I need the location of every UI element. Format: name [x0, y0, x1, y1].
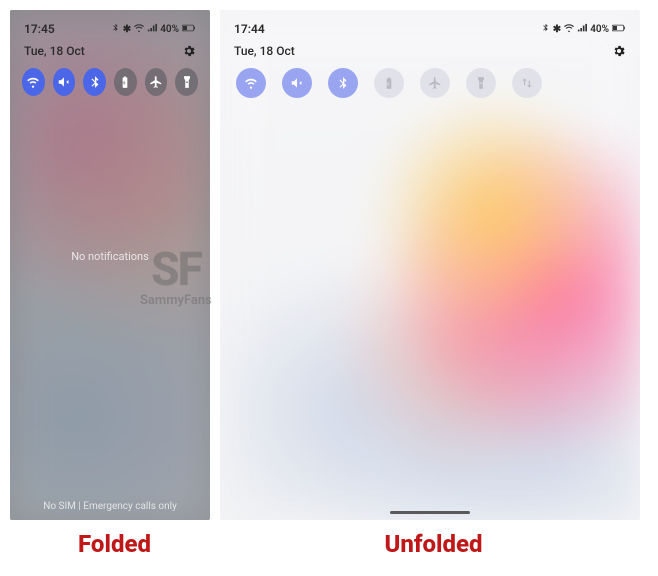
bluetooth-icon	[111, 23, 120, 35]
qs-battery-saver[interactable]	[114, 68, 137, 96]
folded-label: Folded	[15, 530, 215, 558]
gear-icon	[182, 44, 196, 58]
mute-icon	[290, 76, 304, 90]
status-bar: 17:45 ✱ 40%	[22, 20, 198, 40]
flashlight-icon	[474, 76, 488, 90]
qs-bluetooth[interactable]	[83, 68, 106, 96]
signal-icon	[147, 23, 157, 36]
airplane-icon	[149, 75, 163, 89]
caption-row: Folded Unfolded	[0, 530, 658, 566]
quick-settings-row	[22, 68, 198, 106]
battery-text: 40%	[160, 24, 179, 35]
battery-saver-icon	[118, 75, 132, 89]
bluetooth-icon	[336, 76, 350, 90]
qs-mute[interactable]	[53, 68, 76, 96]
settings-button[interactable]	[612, 44, 626, 58]
qs-bluetooth[interactable]	[328, 68, 358, 98]
unfolded-phone: 17:44 ✱ 40%	[220, 10, 640, 520]
sim-status-text: No SIM | Emergency calls only	[10, 501, 210, 512]
clock: 17:44	[234, 22, 265, 36]
status-icons: ✱ 40%	[111, 23, 196, 36]
vibrate-icon: ✱	[123, 24, 131, 35]
data-transfer-icon	[520, 76, 534, 90]
qs-wifi[interactable]	[236, 68, 266, 98]
qs-airplane[interactable]	[420, 68, 450, 98]
flashlight-icon	[180, 75, 194, 89]
navigation-handle[interactable]	[390, 511, 470, 514]
signal-icon	[577, 23, 587, 36]
wifi-icon	[134, 23, 144, 36]
battery-icon	[612, 24, 626, 35]
bluetooth-icon	[541, 23, 550, 35]
mute-icon	[57, 75, 71, 89]
status-icons: ✱ 40%	[541, 23, 626, 36]
battery-icon	[182, 24, 196, 35]
battery-saver-icon	[382, 76, 396, 90]
clock: 17:45	[24, 22, 55, 36]
gear-icon	[612, 44, 626, 58]
wifi-icon	[244, 76, 258, 90]
airplane-icon	[428, 76, 442, 90]
status-bar: 17:44 ✱ 40%	[232, 20, 628, 40]
folded-phone: 17:45 ✱ 40%	[10, 10, 210, 520]
qs-wifi[interactable]	[22, 68, 45, 96]
vibrate-icon: ✱	[553, 24, 561, 35]
no-notifications-text: No notifications	[10, 250, 210, 263]
qs-airplane[interactable]	[145, 68, 168, 96]
settings-button[interactable]	[182, 44, 196, 58]
bluetooth-icon	[88, 75, 102, 89]
qs-battery-saver[interactable]	[374, 68, 404, 98]
qs-flashlight[interactable]	[466, 68, 496, 98]
qs-mute[interactable]	[282, 68, 312, 98]
qs-flashlight[interactable]	[175, 68, 198, 96]
wifi-icon	[564, 23, 574, 36]
qs-data-transfer[interactable]	[512, 68, 542, 98]
battery-text: 40%	[590, 24, 609, 35]
unfolded-label: Unfolded	[224, 530, 644, 558]
date-text: Tue, 18 Oct	[24, 44, 85, 58]
quick-settings-row	[232, 68, 628, 108]
date-text: Tue, 18 Oct	[234, 44, 295, 58]
wifi-icon	[26, 75, 40, 89]
